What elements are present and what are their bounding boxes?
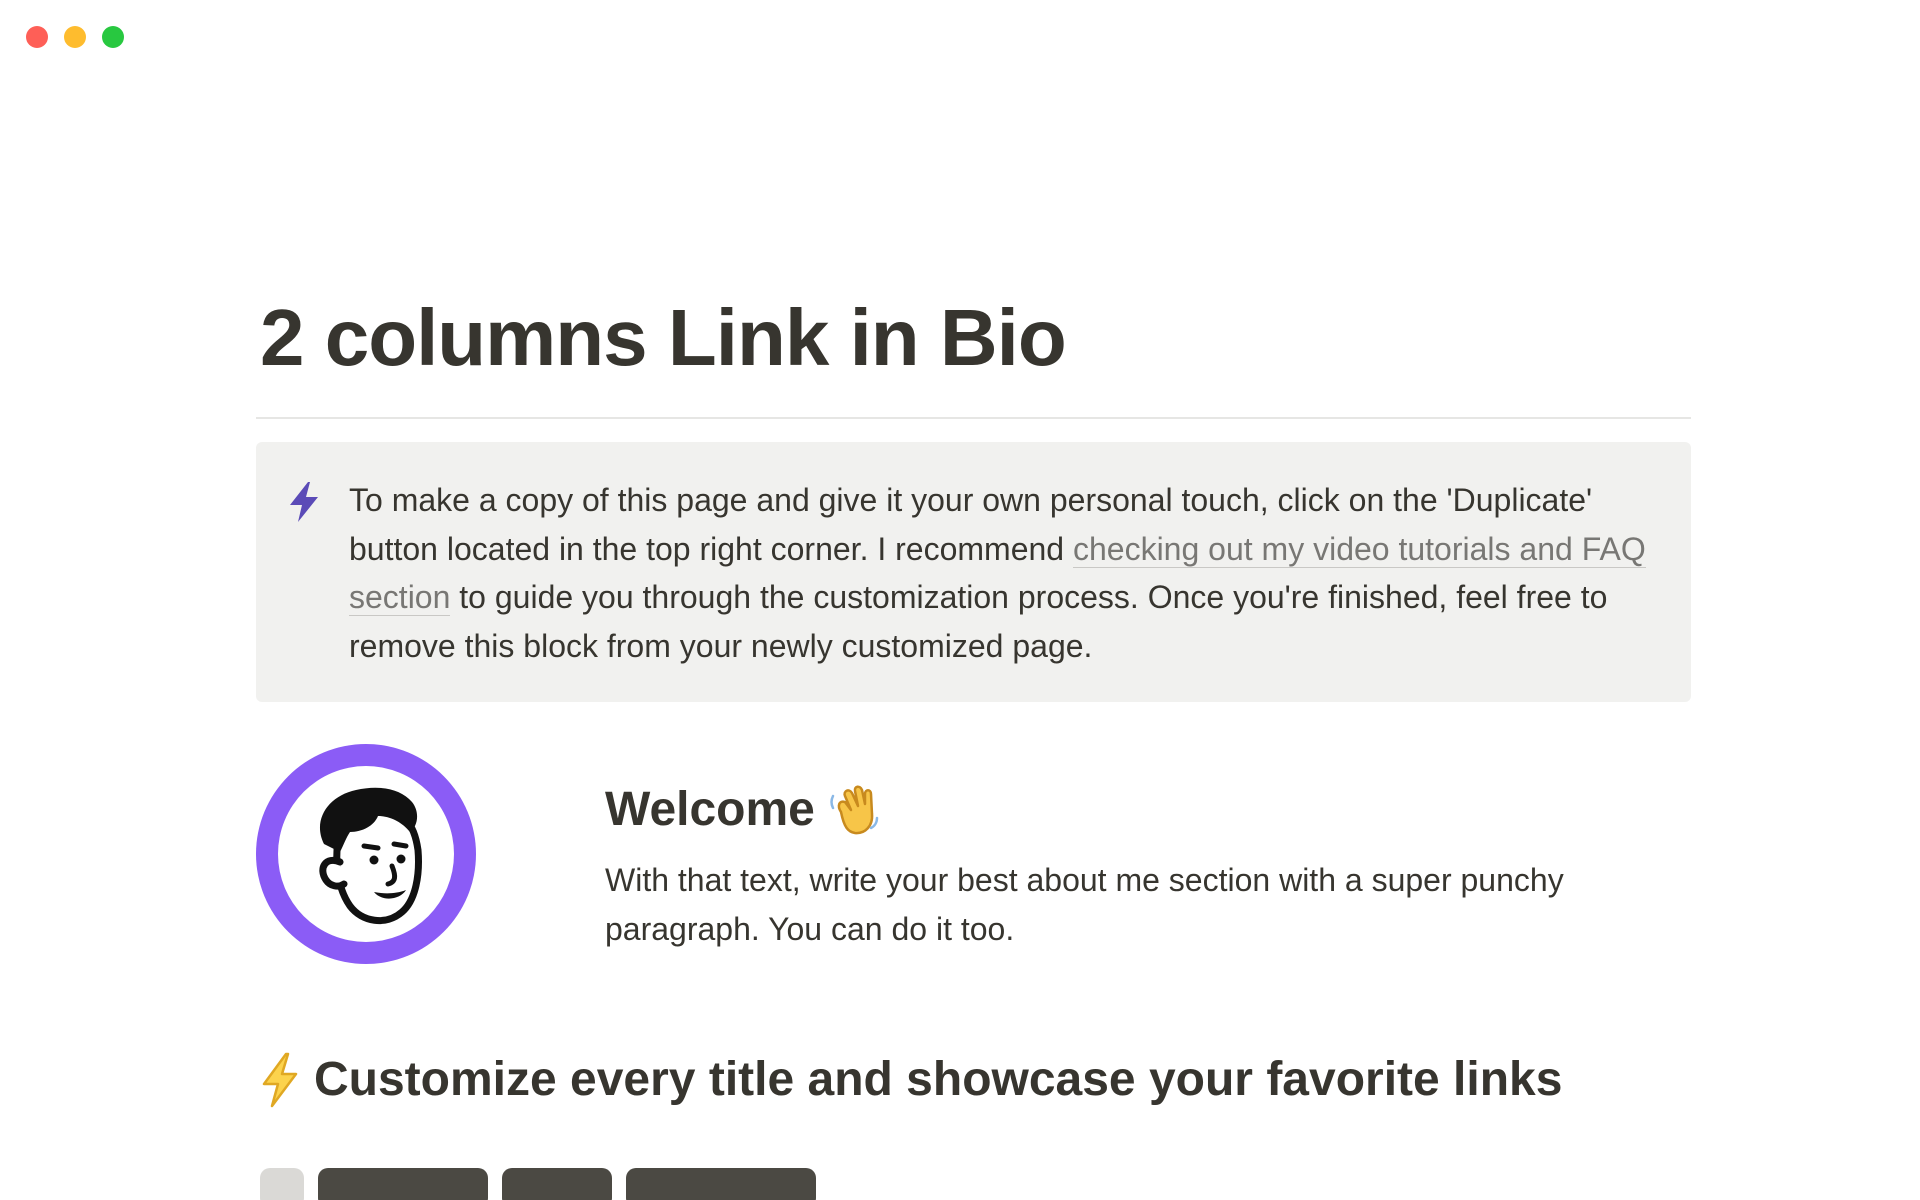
minimize-window-button[interactable] [64, 26, 86, 48]
section-heading[interactable]: Customize every title and showcase your … [260, 1045, 1562, 1115]
next-heading-cutoff [260, 1168, 820, 1200]
welcome-column: Welcome With that text, write your best … [605, 780, 1691, 953]
cutoff-word [318, 1168, 488, 1200]
zoom-window-button[interactable] [102, 26, 124, 48]
divider [256, 417, 1691, 419]
window-controls [26, 26, 124, 48]
avatar [256, 744, 476, 964]
cutoff-emoji [260, 1168, 304, 1200]
callout-text-after: to guide you through the customization p… [349, 579, 1608, 664]
section-heading-text: Customize every title and showcase your … [314, 1053, 1563, 1106]
lightning-bolt-icon [286, 480, 322, 524]
page-title[interactable]: 2 columns Link in Bio [260, 290, 1067, 386]
cutoff-word [502, 1168, 612, 1200]
welcome-paragraph[interactable]: With that text, write your best about me… [605, 856, 1645, 953]
welcome-heading[interactable]: Welcome [605, 780, 1691, 840]
welcome-heading-text: Welcome [605, 783, 815, 836]
close-window-button[interactable] [26, 26, 48, 48]
callout-block[interactable]: To make a copy of this page and give it … [256, 442, 1691, 702]
cartoon-face-avatar-icon [319, 787, 422, 925]
waving-hand-icon [827, 782, 883, 838]
cutoff-word [626, 1168, 816, 1200]
app-window: 2 columns Link in Bio To make a copy of … [0, 0, 1920, 1200]
callout-text: To make a copy of this page and give it … [349, 476, 1669, 670]
high-voltage-icon [260, 1052, 300, 1108]
avatar-face [278, 766, 454, 942]
